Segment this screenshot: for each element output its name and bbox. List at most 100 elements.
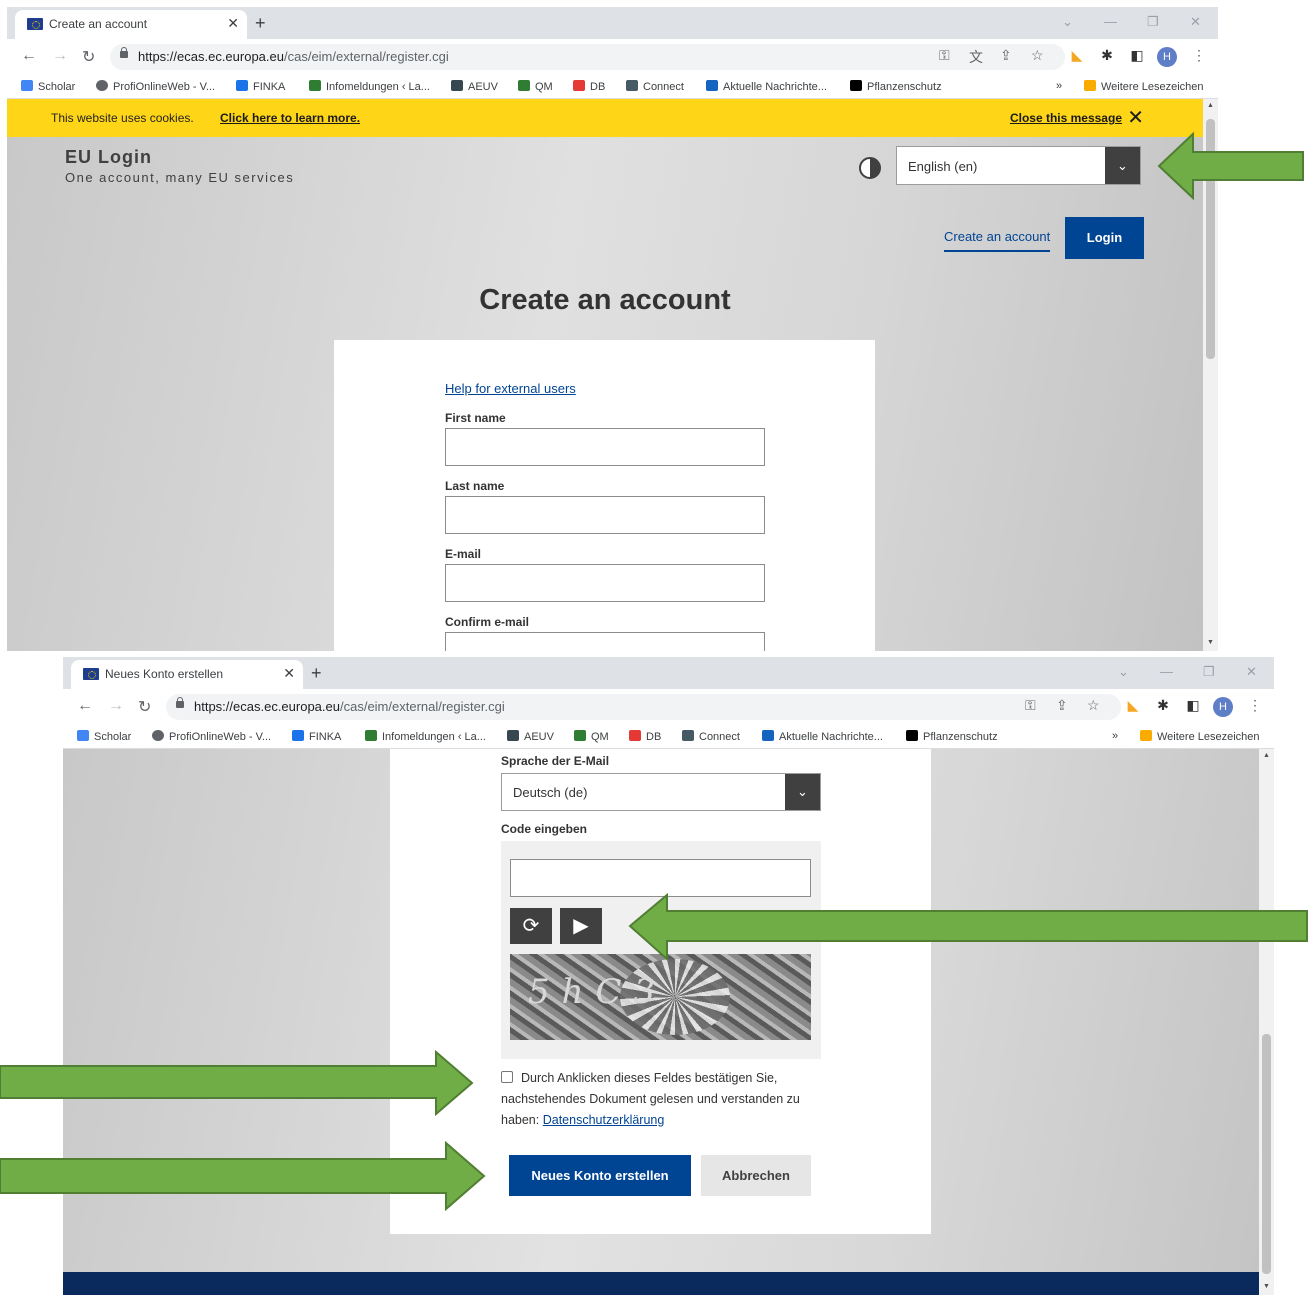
back-icon[interactable]: ← [21, 47, 37, 65]
profile-avatar[interactable]: H [1157, 47, 1177, 67]
bookmarks-overflow[interactable]: » [1056, 80, 1062, 92]
extensions-puzzle-icon[interactable]: ✱ [1097, 47, 1117, 65]
extensions-puzzle-icon[interactable]: ✱ [1153, 697, 1173, 715]
bookmark-aeuv[interactable]: AEUV [507, 730, 554, 743]
browser-tab[interactable]: Neues Konto erstellen ✕ [71, 660, 303, 689]
last-name-label: Last name [445, 479, 505, 493]
address-bar[interactable]: https://ecas.ec.europa.eu/cas/eim/extern… [110, 44, 1065, 70]
scroll-up-icon[interactable]: ▲ [1207, 102, 1214, 109]
contrast-toggle-icon[interactable] [859, 157, 881, 179]
bookmark-db[interactable]: DB [629, 730, 661, 743]
bookmark-profionlineweb[interactable]: ProfiOnlineWeb - V... [152, 730, 271, 743]
menu-kebab-icon[interactable]: ⋮ [1192, 47, 1206, 64]
finka-icon [236, 80, 248, 91]
reload-icon[interactable]: ↻ [138, 697, 151, 717]
close-icon[interactable]: ✕ [1127, 105, 1144, 130]
page-scrollbar[interactable]: ▲ ▼ [1259, 749, 1274, 1295]
tab-close-icon[interactable]: ✕ [227, 15, 239, 32]
scrollbar-thumb[interactable] [1262, 1034, 1271, 1274]
language-select[interactable]: English (en) ⌄ [896, 146, 1141, 185]
arrow-to-captcha-buttons [628, 893, 1308, 961]
bookmarks-overflow[interactable]: » [1112, 730, 1118, 742]
bookmark-connect[interactable]: Connect [682, 730, 740, 743]
help-external-users-link[interactable]: Help for external users [445, 381, 576, 396]
captcha-refresh-icon[interactable]: ⟳ [510, 908, 552, 944]
share-icon[interactable]: ⇪ [1056, 697, 1068, 714]
cookie-learn-more-link[interactable]: Click here to learn more. [220, 111, 360, 125]
login-button[interactable]: Login [1065, 217, 1144, 259]
restore-icon[interactable]: ❐ [1203, 664, 1215, 680]
bookmark-aeuv[interactable]: AEUV [451, 80, 498, 93]
tab-strip: Neues Konto erstellen ✕ + ⌄ — ❐ ✕ [63, 657, 1274, 689]
scroll-up-icon[interactable]: ▲ [1263, 752, 1270, 759]
bookmark-qm[interactable]: QM [518, 80, 553, 93]
bookmark-pflanzenschutz[interactable]: Pflanzenschutz [850, 80, 942, 93]
bookmark-scholar[interactable]: Scholar [21, 80, 75, 93]
restore-icon[interactable]: ❐ [1147, 14, 1159, 30]
bookmark-pflanzenschutz[interactable]: Pflanzenschutz [906, 730, 998, 743]
bookmark-other-folder[interactable]: Weitere Lesezeichen [1084, 80, 1204, 93]
captcha-code-input[interactable] [510, 859, 811, 897]
create-account-link[interactable]: Create an account [944, 229, 1051, 252]
close-window-icon[interactable]: ✕ [1190, 14, 1201, 30]
bookmark-star-icon[interactable]: ☆ [1087, 697, 1100, 714]
last-name-input[interactable] [445, 496, 765, 534]
side-panel-icon[interactable]: ◧ [1127, 47, 1147, 65]
cookie-close-link[interactable]: Close this message [1010, 111, 1122, 125]
bookmark-other-folder[interactable]: Weitere Lesezeichen [1140, 730, 1260, 743]
share-icon[interactable]: ⇪ [1000, 47, 1012, 64]
minimize-icon[interactable]: — [1104, 14, 1117, 29]
close-window-icon[interactable]: ✕ [1246, 664, 1257, 680]
profile-avatar[interactable]: H [1213, 697, 1233, 717]
bookmark-infomeldungen[interactable]: Infomeldungen ‹ La... [365, 730, 486, 743]
email-language-select[interactable]: Deutsch (de) ⌄ [501, 773, 821, 811]
new-tab-icon[interactable]: + [255, 13, 266, 34]
privacy-policy-link[interactable]: Datenschutzerklärung [543, 1113, 665, 1127]
bookmark-star-icon[interactable]: ☆ [1031, 47, 1044, 64]
captcha-audio-play-icon[interactable]: ▶ [560, 908, 602, 944]
first-name-input[interactable] [445, 428, 765, 466]
tab-search-icon[interactable]: ⌄ [1062, 14, 1073, 30]
browser-tab[interactable]: Create an account ✕ [15, 10, 247, 39]
scroll-down-icon[interactable]: ▼ [1263, 1283, 1270, 1290]
bookmark-finka[interactable]: FINKA [292, 730, 341, 743]
translate-icon[interactable]: 文 [969, 47, 983, 67]
bookmarks-bar: Scholar ProfiOnlineWeb - V... FINKA Info… [63, 725, 1274, 749]
tab-title: Create an account [49, 17, 148, 31]
tab-search-icon[interactable]: ⌄ [1118, 664, 1129, 680]
tab-close-icon[interactable]: ✕ [283, 665, 295, 682]
key-icon[interactable]: ⚿ [939, 47, 950, 64]
bookmark-qm[interactable]: QM [574, 730, 609, 743]
privacy-consent-checkbox[interactable] [501, 1071, 513, 1083]
eagle-icon [906, 730, 918, 741]
scroll-down-icon[interactable]: ▼ [1207, 639, 1214, 646]
create-account-button[interactable]: Neues Konto erstellen [509, 1155, 691, 1196]
address-bar[interactable]: https://ecas.ec.europa.eu/cas/eim/extern… [166, 694, 1121, 720]
email-input[interactable] [445, 564, 765, 602]
cancel-button[interactable]: Abbrechen [701, 1155, 811, 1196]
bookmark-infomeldungen[interactable]: Infomeldungen ‹ La... [309, 80, 430, 93]
bookmark-aktuelle-nachrichten[interactable]: Aktuelle Nachrichte... [706, 80, 827, 93]
bookmark-scholar[interactable]: Scholar [77, 730, 131, 743]
brand-tagline: One account, many EU services [65, 170, 295, 185]
rss-extension-icon[interactable]: ◣ [1123, 697, 1143, 715]
eagle-icon [850, 80, 862, 91]
confirm-email-input[interactable] [445, 632, 765, 651]
forward-icon[interactable]: → [108, 697, 124, 715]
bookmark-aktuelle-nachrichten[interactable]: Aktuelle Nachrichte... [762, 730, 883, 743]
minimize-icon[interactable]: — [1160, 664, 1173, 679]
back-icon[interactable]: ← [77, 697, 93, 715]
side-panel-icon[interactable]: ◧ [1183, 697, 1203, 715]
bookmark-connect[interactable]: Connect [626, 80, 684, 93]
reload-icon[interactable]: ↻ [82, 47, 95, 67]
bookmark-profionlineweb[interactable]: ProfiOnlineWeb - V... [96, 80, 215, 93]
forward-icon[interactable]: → [52, 47, 68, 65]
bookmark-db[interactable]: DB [573, 80, 605, 93]
new-tab-icon[interactable]: + [311, 663, 322, 684]
menu-kebab-icon[interactable]: ⋮ [1248, 697, 1262, 714]
chevron-down-icon[interactable]: ⌄ [785, 774, 820, 810]
rss-extension-icon[interactable]: ◣ [1067, 47, 1087, 65]
chevron-down-icon[interactable]: ⌄ [1105, 147, 1140, 184]
key-icon[interactable]: ⚿ [1025, 697, 1036, 714]
bookmark-finka[interactable]: FINKA [236, 80, 285, 93]
